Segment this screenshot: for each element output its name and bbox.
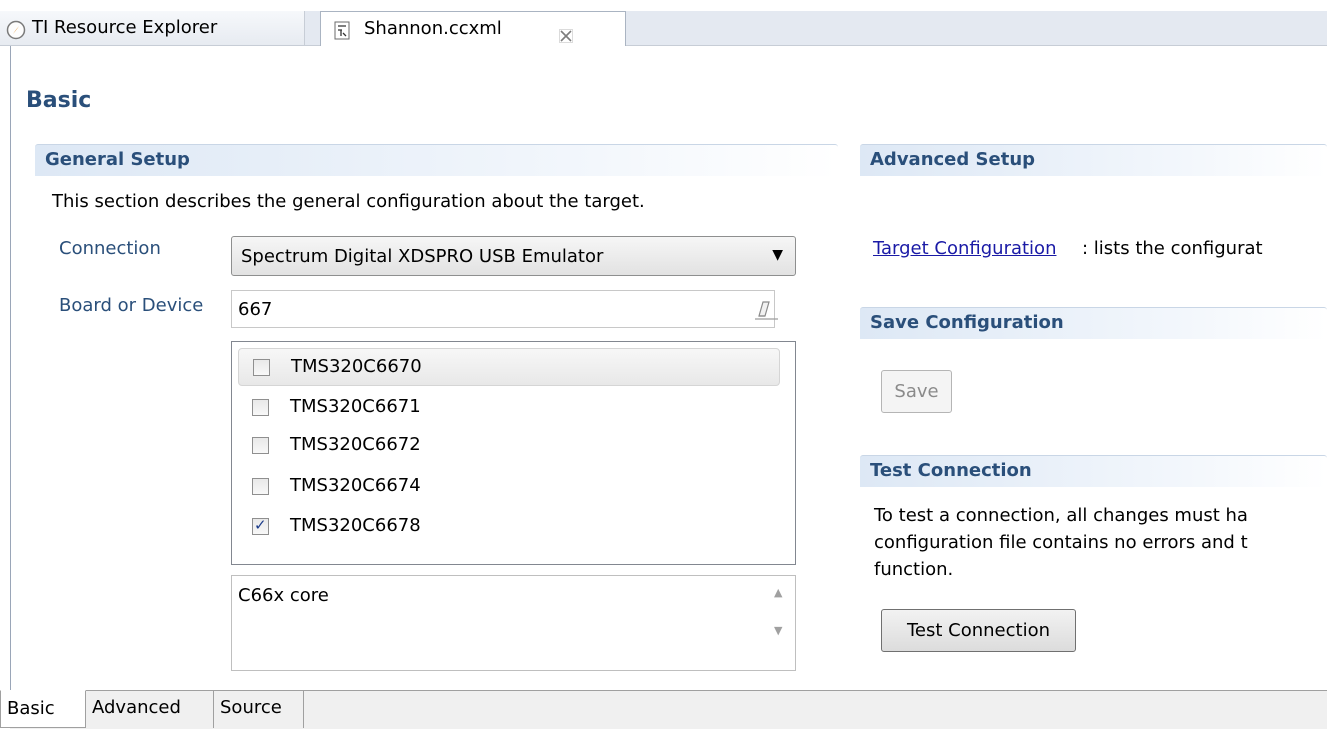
tab-advanced[interactable]: Advanced xyxy=(86,690,214,728)
device-item-tms320c6674[interactable]: TMS320C6674 xyxy=(238,468,780,506)
scroll-up-icon[interactable]: ▲ xyxy=(774,586,782,599)
tab-source[interactable]: Source xyxy=(214,690,304,728)
tab-ti-resource-explorer[interactable]: TI Resource Explorer xyxy=(0,11,305,45)
save-button[interactable]: Save xyxy=(881,370,952,413)
checkmark-icon: ✓ xyxy=(254,516,267,534)
general-setup-header[interactable]: General Setup xyxy=(35,144,838,176)
board-or-device-input[interactable] xyxy=(231,290,775,328)
device-item-tms320c6671[interactable]: TMS320C6671 xyxy=(238,389,780,427)
device-item-tms320c6672[interactable]: TMS320C6672 xyxy=(238,427,780,465)
device-checkbox-checked[interactable]: ✓ xyxy=(252,516,269,535)
device-label: TMS320C6671 xyxy=(290,396,421,417)
tab-label: TI Resource Explorer xyxy=(32,17,218,38)
device-label: TMS320C6678 xyxy=(290,515,421,536)
device-list[interactable]: TMS320C6670 TMS320C6671 TMS320C6672 TMS3… xyxy=(231,341,796,565)
eraser-icon[interactable] xyxy=(754,299,780,321)
device-description-box[interactable]: C66x core ▲ ▼ xyxy=(231,575,796,671)
target-configuration-description: : lists the configurat xyxy=(1082,238,1263,259)
general-setup-description: This section describes the general confi… xyxy=(52,191,645,212)
test-connection-header[interactable]: Test Connection xyxy=(860,455,1327,487)
scroll-down-icon[interactable]: ▼ xyxy=(774,624,782,637)
device-item-tms320c6678[interactable]: ✓ TMS320C6678 xyxy=(238,508,780,546)
device-label: TMS320C6670 xyxy=(291,356,422,377)
device-label: TMS320C6674 xyxy=(290,475,421,496)
connection-select[interactable]: Spectrum Digital XDSPRO USB Emulator ▼ xyxy=(231,236,796,276)
connection-value: Spectrum Digital XDSPRO USB Emulator xyxy=(241,246,604,267)
device-checkbox[interactable] xyxy=(252,478,269,495)
device-checkbox[interactable] xyxy=(252,399,269,416)
tab-label: Shannon.ccxml xyxy=(364,18,502,39)
test-connection-line: configuration file contains no errors an… xyxy=(874,532,1248,553)
board-or-device-label: Board or Device xyxy=(59,295,204,316)
device-checkbox[interactable] xyxy=(253,359,270,376)
tab-shannon-ccxml[interactable]: Shannon.ccxml xyxy=(320,11,626,46)
chevron-down-icon: ▼ xyxy=(772,247,783,263)
test-connection-line: To test a connection, all changes must h… xyxy=(874,505,1248,526)
test-connection-line: function. xyxy=(874,559,954,580)
connection-label: Connection xyxy=(59,238,161,259)
advanced-setup-header[interactable]: Advanced Setup xyxy=(860,144,1327,176)
tab-basic[interactable]: Basic xyxy=(0,690,86,728)
vertical-scrollbar[interactable]: ▲ ▼ xyxy=(761,576,795,670)
save-configuration-header[interactable]: Save Configuration xyxy=(860,307,1327,339)
target-configuration-link[interactable]: Target Configuration xyxy=(873,238,1056,259)
device-checkbox[interactable] xyxy=(252,437,269,454)
page-title: Basic xyxy=(26,88,92,113)
device-description-text: C66x core xyxy=(238,585,329,606)
test-connection-button[interactable]: Test Connection xyxy=(881,609,1076,652)
test-connection-description: To test a connection, all changes must h… xyxy=(874,502,1248,583)
device-item-tms320c6670[interactable]: TMS320C6670 xyxy=(238,348,780,386)
device-label: TMS320C6672 xyxy=(290,434,421,455)
editor-tab-bar: TI Resource Explorer Shannon.ccxml xyxy=(0,11,1327,46)
page-tab-bar: Basic Advanced Source xyxy=(0,690,1327,729)
